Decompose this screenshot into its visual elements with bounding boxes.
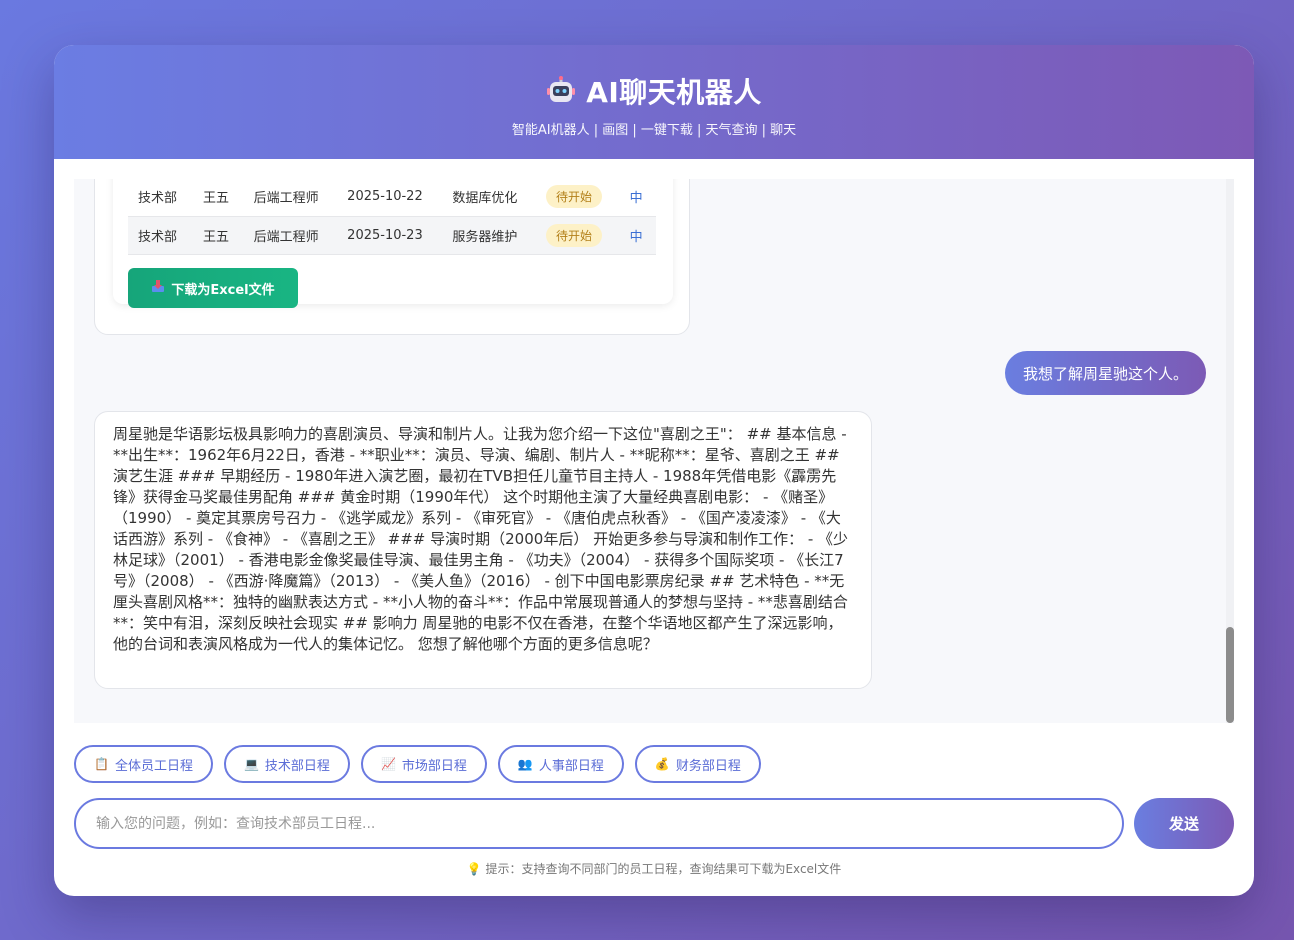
cell-task: 数据库优化 — [442, 179, 536, 217]
chat-input[interactable] — [74, 798, 1124, 849]
chat-history[interactable]: 技术部 王五 后端工程师 2025-10-22 数据库优化 待开始 中 技术部 … — [74, 179, 1234, 723]
schedule-table: 技术部 王五 后端工程师 2025-10-22 数据库优化 待开始 中 技术部 … — [128, 179, 656, 255]
input-row: 发送 — [74, 798, 1234, 850]
cell-name: 王五 — [192, 179, 244, 217]
quick-action-hr[interactable]: 👥 人事部日程 — [497, 745, 624, 783]
app-subtitle: 智能AI机器人 | 画图 | 一键下载 | 天气查询 | 聊天 — [511, 123, 797, 138]
app-header: AI聊天机器人 智能AI机器人 | 画图 | 一键下载 | 天气查询 | 聊天 — [54, 45, 1254, 159]
status-badge: 待开始 — [545, 185, 602, 209]
quick-action-marketing[interactable]: 📈 市场部日程 — [360, 745, 487, 783]
people-icon: 👥 — [517, 757, 533, 771]
quick-action-all-staff[interactable]: 📋 全体员工日程 — [74, 745, 213, 783]
hint-text: 💡 提示：支持查询不同部门的员工日程，查询结果可下载为Excel文件 — [466, 862, 842, 876]
cell-name: 王五 — [192, 216, 244, 255]
cell-date: 2025-10-22 — [337, 179, 443, 217]
download-excel-button[interactable]: 下载为Excel文件 — [128, 268, 298, 308]
cell-task: 服务器维护 — [442, 216, 536, 255]
quick-action-label: 人事部日程 — [538, 758, 604, 774]
quick-action-label: 财务部日程 — [675, 758, 741, 774]
bot-message-schedule: 技术部 王五 后端工程师 2025-10-22 数据库优化 待开始 中 技术部 … — [94, 179, 690, 335]
cell-role: 后端工程师 — [243, 216, 338, 255]
user-message: 我想了解周星驰这个人。 — [1004, 351, 1206, 395]
cell-priority: 中 — [619, 179, 656, 217]
cell-dept: 技术部 — [128, 179, 193, 217]
cell-role: 后端工程师 — [243, 179, 338, 217]
clipboard-icon: 📋 — [94, 757, 109, 771]
cell-priority: 中 — [619, 216, 656, 255]
table-row: 技术部 王五 后端工程师 2025-10-23 服务器维护 待开始 中 — [128, 216, 656, 255]
chat-scrollbar[interactable] — [1226, 179, 1234, 723]
send-button[interactable]: 发送 — [1134, 798, 1234, 849]
robot-icon — [546, 76, 576, 106]
download-excel-label: 下载为Excel文件 — [171, 282, 275, 298]
quick-action-label: 全体员工日程 — [114, 758, 193, 774]
laptop-icon: 💻 — [243, 757, 259, 771]
quick-actions: 📋 全体员工日程 💻 技术部日程 📈 市场部日程 👥 人事部日程 💰 财务部日程 — [74, 745, 761, 783]
money-bag-icon: 💰 — [654, 757, 670, 771]
chat-scrollbar-thumb[interactable] — [1226, 627, 1234, 723]
cell-dept: 技术部 — [128, 216, 193, 255]
schedule-table-card: 技术部 王五 后端工程师 2025-10-22 数据库优化 待开始 中 技术部 … — [113, 179, 673, 308]
download-tray-icon — [151, 279, 165, 297]
chat-app-window: AI聊天机器人 智能AI机器人 | 画图 | 一键下载 | 天气查询 | 聊天 … — [54, 45, 1254, 896]
table-row: 技术部 王五 后端工程师 2025-10-22 数据库优化 待开始 中 — [128, 179, 656, 217]
bot-message-reply: 周星驰是华语影坛极具影响力的喜剧演员、导演和制片人。让我为您介绍一下这位"喜剧之… — [94, 411, 872, 689]
quick-action-finance[interactable]: 💰 财务部日程 — [634, 745, 761, 783]
quick-action-label: 技术部日程 — [264, 758, 330, 774]
quick-action-label: 市场部日程 — [401, 758, 467, 774]
chart-up-icon: 📈 — [380, 757, 396, 771]
cell-date: 2025-10-23 — [337, 216, 443, 255]
app-title: AI聊天机器人 — [586, 76, 762, 109]
quick-action-tech[interactable]: 💻 技术部日程 — [223, 745, 350, 783]
status-badge: 待开始 — [545, 223, 602, 247]
